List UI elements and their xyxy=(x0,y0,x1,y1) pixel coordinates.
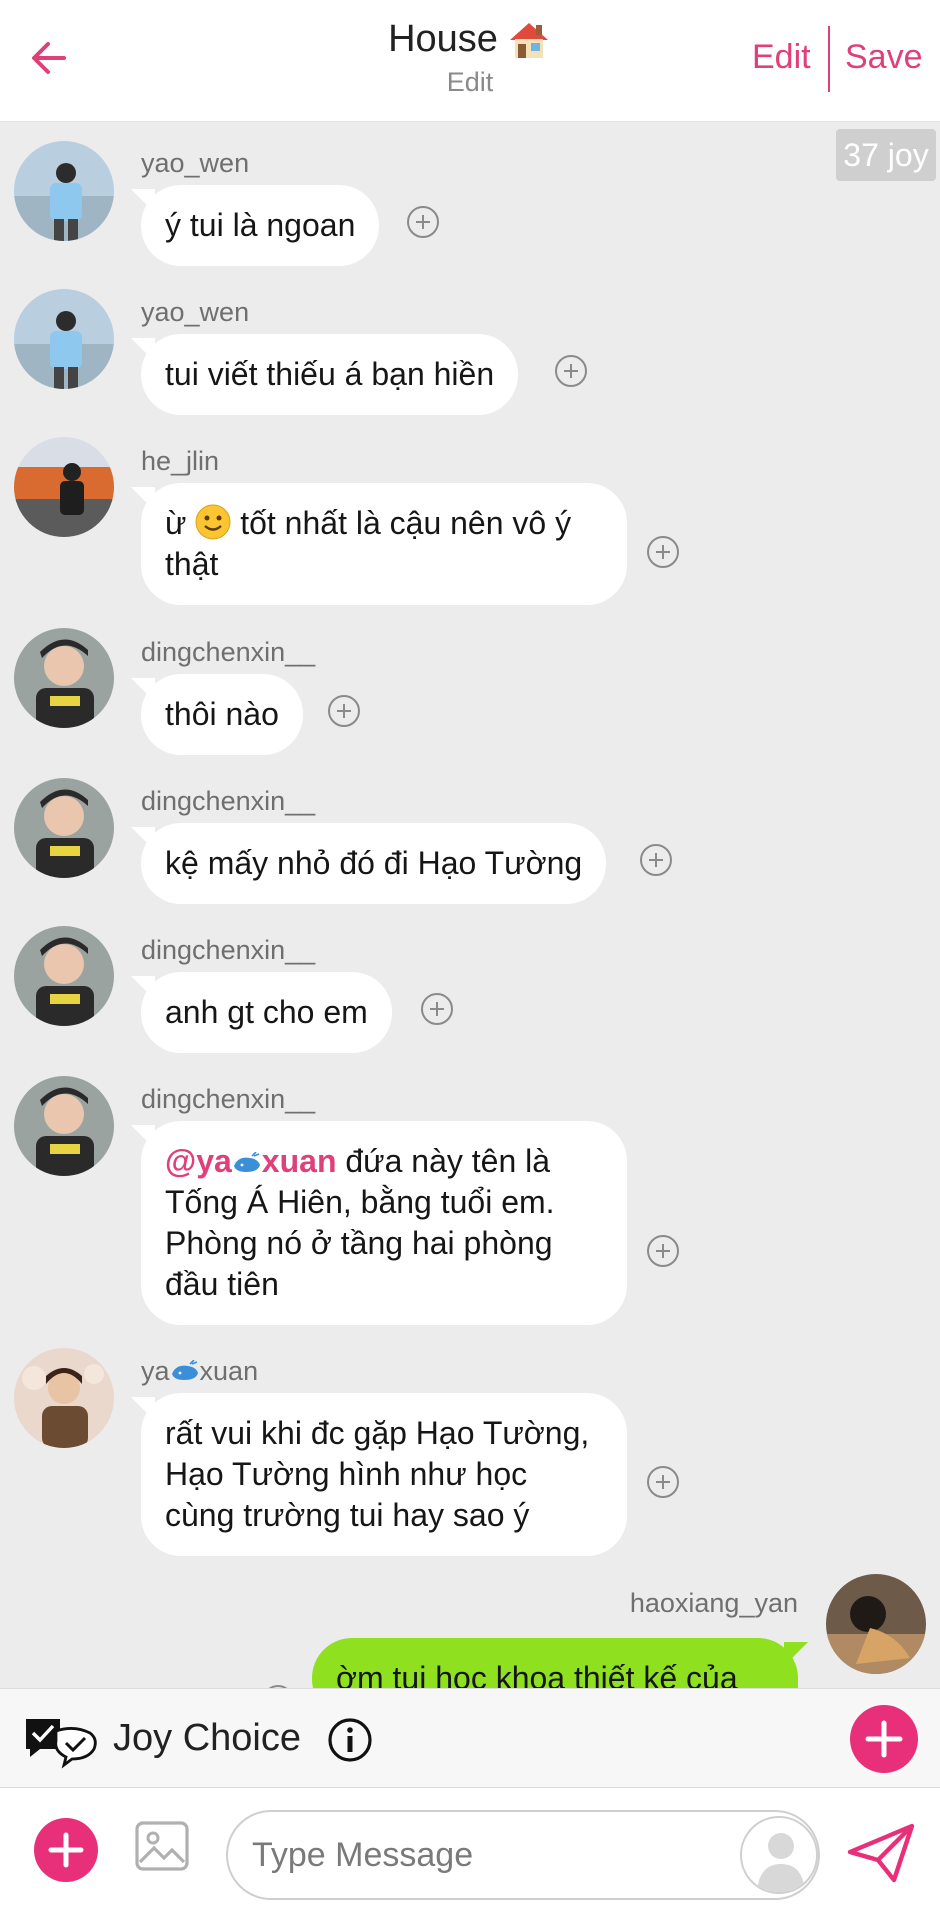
message-text-prefix: ừ xyxy=(165,505,196,541)
add-reaction-icon[interactable] xyxy=(640,844,672,876)
username: yao_wen xyxy=(141,297,250,327)
username-suffix: xuan xyxy=(199,1356,259,1386)
whale-emoji-icon xyxy=(171,1360,198,1380)
message-composer xyxy=(0,1788,940,1920)
message-bubble[interactable]: thôi nào xyxy=(141,674,303,755)
mention-prefix: @ya xyxy=(165,1143,232,1179)
message-bubble[interactable]: ý tui là ngoan xyxy=(141,185,380,266)
add-reaction-icon[interactable] xyxy=(328,695,360,727)
chat-area[interactable]: 37 joy yao_wen ý tui là ngoan yao_wen tu… xyxy=(0,123,940,1688)
persona-avatar-button[interactable] xyxy=(740,1816,818,1894)
avatar-haoxiang-yan[interactable] xyxy=(826,1574,926,1674)
joy-count-badge: 37 joy xyxy=(836,129,936,181)
avatar-dingchenxin[interactable] xyxy=(14,628,114,728)
avatar-dingchenxin[interactable] xyxy=(14,926,114,1026)
username: yao_wen xyxy=(141,148,250,178)
message-bubble[interactable]: @ya xuan đứa này tên là Tống Á Hiên, bằng… xyxy=(141,1121,627,1325)
avatar-he-jlin[interactable] xyxy=(14,437,114,537)
mention-link[interactable]: @ya xuan xyxy=(165,1143,336,1179)
own-message-bubble[interactable]: ờm tui học khoa thiết kế của xyxy=(312,1638,798,1688)
username: dingchenxin__ xyxy=(141,935,316,965)
add-reaction-icon[interactable] xyxy=(647,536,679,568)
smile-emoji-icon xyxy=(195,504,231,540)
username: dingchenxin__ xyxy=(141,786,316,816)
plus-icon xyxy=(48,1832,84,1868)
add-reaction-icon[interactable] xyxy=(555,355,587,387)
page-title-text: House xyxy=(388,18,498,60)
top-bar: House Edit Edit Save xyxy=(0,0,940,122)
avatar-yao-wen[interactable] xyxy=(14,141,114,241)
image-icon[interactable] xyxy=(134,1818,190,1874)
add-reaction-icon[interactable] xyxy=(421,993,453,1025)
chat-check-icon[interactable] xyxy=(22,1713,102,1769)
house-icon xyxy=(509,22,548,58)
send-icon[interactable] xyxy=(846,1822,916,1884)
info-icon[interactable] xyxy=(327,1717,373,1763)
joy-choice-label[interactable]: Joy Choice xyxy=(113,1717,301,1760)
username: haoxiang_yan xyxy=(629,1588,798,1618)
username: ya xuan xyxy=(141,1356,258,1387)
joy-choice-add-button[interactable] xyxy=(850,1705,918,1773)
avatar-ya-xuan[interactable] xyxy=(14,1348,114,1448)
message-bubble[interactable]: anh gt cho em xyxy=(141,972,392,1053)
message-input[interactable] xyxy=(226,1810,820,1900)
message-bubble[interactable]: tui viết thiếu á bạn hiền xyxy=(141,334,519,415)
edit-button[interactable]: Edit xyxy=(752,38,811,77)
whale-emoji-icon xyxy=(233,1152,260,1172)
username-prefix: ya xyxy=(141,1356,170,1386)
add-reaction-icon[interactable] xyxy=(647,1235,679,1267)
mention-suffix: xuan xyxy=(261,1143,337,1179)
avatar-yao-wen[interactable] xyxy=(14,289,114,389)
avatar-dingchenxin[interactable] xyxy=(14,778,114,878)
username: he_jlin xyxy=(141,446,220,476)
avatar-dingchenxin[interactable] xyxy=(14,1076,114,1176)
plus-icon xyxy=(865,1720,903,1758)
save-button[interactable]: Save xyxy=(845,38,923,77)
add-reaction-icon[interactable] xyxy=(647,1466,679,1498)
page-title: House xyxy=(388,18,552,61)
username: dingchenxin__ xyxy=(141,1084,316,1114)
attach-button[interactable] xyxy=(34,1818,98,1882)
joy-choice-bar: Joy Choice xyxy=(0,1688,940,1788)
message-bubble[interactable]: kệ mấy nhỏ đó đi Hạo Tường xyxy=(141,823,607,904)
username: dingchenxin__ xyxy=(141,637,316,667)
add-reaction-icon[interactable] xyxy=(407,206,439,238)
message-bubble[interactable]: ừ tốt nhất là cậu nên vô ý thật xyxy=(141,483,627,605)
message-bubble[interactable]: rất vui khi đc gặp Hạo Tường, Hạo Tường … xyxy=(141,1393,627,1556)
header-divider xyxy=(828,26,830,92)
